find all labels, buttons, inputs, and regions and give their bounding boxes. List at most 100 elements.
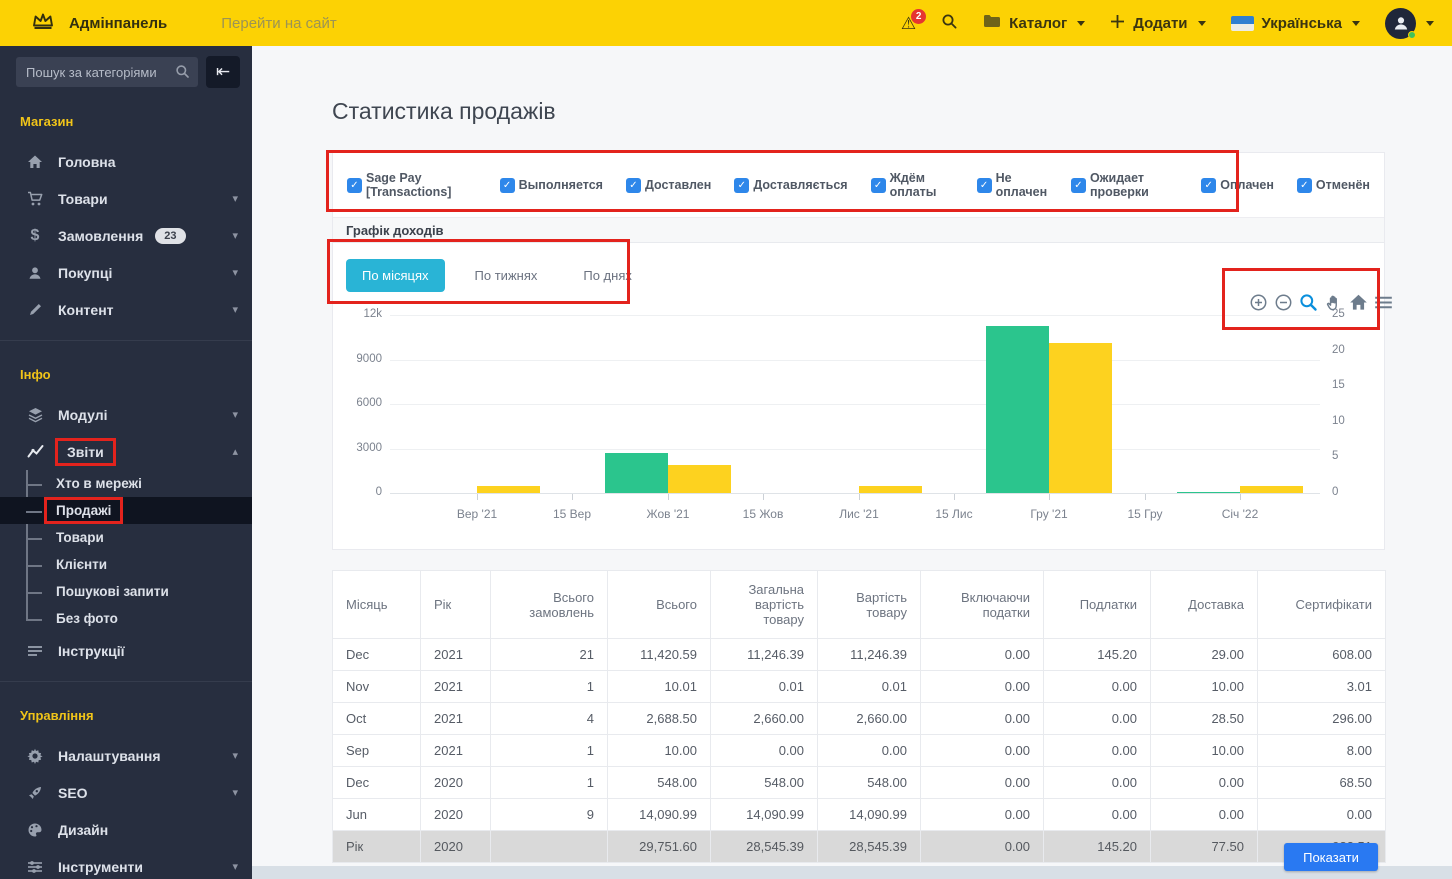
gear-icon: [26, 748, 44, 764]
column-header: Доставка: [1151, 571, 1258, 639]
sidebar-section-label: Управління: [20, 708, 252, 723]
table-cell: 0.00: [1258, 799, 1386, 831]
sidebar-item-налаштування[interactable]: Налаштування▾: [0, 737, 252, 774]
sidebar-item-звіти[interactable]: Звіти▴: [0, 433, 252, 470]
bar-revenue-Гру21[interactable]: [986, 326, 1049, 493]
status-filter-ожидает-проверки[interactable]: ✓Ожидает проверки: [1071, 171, 1178, 199]
checkbox-checked-icon[interactable]: ✓: [734, 178, 749, 193]
search-button[interactable]: [941, 13, 958, 34]
table-cell: 0.00: [1044, 671, 1151, 703]
checkbox-checked-icon[interactable]: ✓: [871, 178, 886, 193]
user-menu[interactable]: [1385, 8, 1434, 39]
checkbox-checked-icon[interactable]: ✓: [1297, 178, 1312, 193]
table-cell: 14,090.99: [818, 799, 921, 831]
status-filter-доставлен[interactable]: ✓Доставлен: [626, 178, 711, 193]
chevron-down-icon: ▾: [232, 786, 238, 799]
period-tabs: По місяцях По тижнях По днях: [333, 243, 648, 307]
bar-orders-Лис21[interactable]: [859, 486, 922, 493]
submenu-item-без-фото[interactable]: Без фото: [0, 605, 252, 632]
table-cell: 4: [491, 703, 608, 735]
table-cell: 1: [491, 735, 608, 767]
sidebar-item-label: Інструменти: [58, 859, 143, 875]
sidebar-item-seo[interactable]: SEO▾: [0, 774, 252, 811]
catalog-menu[interactable]: Каталог: [983, 14, 1085, 32]
table-cell: 548.00: [608, 767, 711, 799]
ukraine-flag-icon: [1231, 16, 1254, 31]
table-row: Jun2020914,090.9914,090.9914,090.990.000…: [333, 799, 1386, 831]
notifications-button[interactable]: ⚠ 2: [901, 15, 916, 32]
sidebar-item-товари[interactable]: Товари▾: [0, 180, 252, 217]
home-icon: [26, 154, 44, 170]
table-cell: 10.01: [608, 671, 711, 703]
checkbox-checked-icon[interactable]: ✓: [977, 178, 992, 193]
table-cell: 2,660.00: [711, 703, 818, 735]
status-filter-выполняется[interactable]: ✓Выполняется: [500, 178, 603, 193]
column-header: Рік: [421, 571, 491, 639]
table-cell: 2021: [421, 671, 491, 703]
submenu-item-label: Клієнти: [56, 557, 107, 572]
checkbox-checked-icon[interactable]: ✓: [500, 178, 515, 193]
bar-revenue-Жов21[interactable]: [605, 453, 668, 493]
sidebar-item-покупці[interactable]: Покупці▾: [0, 254, 252, 291]
table-cell: 0.00: [1151, 767, 1258, 799]
table-cell: 0.00: [921, 639, 1044, 671]
bar-orders-Жов21[interactable]: [668, 465, 731, 493]
tab-по-місяцях[interactable]: По місяцях: [346, 259, 445, 292]
sidebar-collapse-button[interactable]: ⇤: [206, 56, 240, 88]
table-cell: 2,660.00: [818, 703, 921, 735]
selection-zoom-icon[interactable]: [1298, 292, 1318, 312]
table-cell: 68.50: [1258, 767, 1386, 799]
language-menu[interactable]: Українська: [1231, 15, 1360, 32]
status-filter-отменён[interactable]: ✓Отменён: [1297, 178, 1370, 193]
status-filter-ждём-оплаты[interactable]: ✓Ждём оплаты: [871, 171, 954, 199]
chevron-down-icon: [1198, 21, 1206, 26]
table-cell: 0.00: [921, 671, 1044, 703]
menu-icon[interactable]: [1373, 292, 1393, 312]
submenu-item-клієнти[interactable]: Клієнти: [0, 551, 252, 578]
checkbox-checked-icon[interactable]: ✓: [1071, 178, 1086, 193]
table-row: Dec20201548.00548.00548.000.000.000.0068…: [333, 767, 1386, 799]
table-cell: 11,246.39: [711, 639, 818, 671]
sidebar-item-контент[interactable]: Контент▾: [0, 291, 252, 328]
zoom-out-icon[interactable]: [1273, 292, 1293, 312]
submenu-item-продажі[interactable]: Продажі: [0, 497, 252, 524]
checkbox-checked-icon[interactable]: ✓: [347, 178, 362, 193]
sidebar-item-дизайн[interactable]: Дизайн: [0, 811, 252, 848]
tab-по-тижнях[interactable]: По тижнях: [459, 259, 554, 292]
sidebar-item-інструкції[interactable]: Інструкції: [0, 632, 252, 669]
bar-orders-Вер21[interactable]: [477, 486, 540, 493]
go-to-site-link[interactable]: Перейти на сайт: [221, 15, 337, 32]
checkbox-checked-icon[interactable]: ✓: [626, 178, 641, 193]
home-reset-icon[interactable]: [1348, 292, 1368, 312]
status-filter-доставляється[interactable]: ✓Доставляється: [734, 178, 847, 193]
submenu-item-хто-в-мережі[interactable]: Хто в мережі: [0, 470, 252, 497]
bar-revenue-Січ22[interactable]: [1177, 492, 1240, 493]
sidebar-item-інструменти[interactable]: Інструменти▾: [0, 848, 252, 879]
sidebar-item-label: Замовлення: [58, 228, 143, 244]
show-button[interactable]: Показати: [1284, 843, 1378, 871]
table-cell: 0.00: [921, 831, 1044, 863]
chevron-down-icon: ▾: [232, 408, 238, 421]
bar-orders-Січ22[interactable]: [1240, 486, 1303, 493]
table-cell: 2,688.50: [608, 703, 711, 735]
add-menu[interactable]: Додати: [1110, 14, 1205, 33]
zoom-in-icon[interactable]: [1248, 292, 1268, 312]
status-filter-не-оплачен[interactable]: ✓Не оплачен: [977, 171, 1048, 199]
submenu-item-пошукові-запити[interactable]: Пошукові запити: [0, 578, 252, 605]
page-title: Статистика продажів: [332, 98, 556, 125]
tab-по-днях[interactable]: По днях: [567, 259, 648, 292]
checkbox-checked-icon[interactable]: ✓: [1201, 178, 1216, 193]
bar-orders-Гру21[interactable]: [1049, 343, 1112, 493]
sidebar-item-модулі[interactable]: Модулі▾: [0, 396, 252, 433]
status-filter-оплачен[interactable]: ✓Оплачен: [1201, 178, 1274, 193]
sidebar-item-замовлення[interactable]: $Замовлення23▾: [0, 217, 252, 254]
chevron-down-icon: [1352, 21, 1360, 26]
sidebar-item-головна[interactable]: Головна: [0, 143, 252, 180]
sidebar-search-input[interactable]: [16, 57, 198, 87]
status-filter-sage-pay-transactions-[interactable]: ✓Sage Pay [Transactions]: [347, 171, 477, 199]
sidebar-section-label: Інфо: [20, 367, 252, 382]
column-header: Місяць: [333, 571, 421, 639]
table-cell: 0.01: [818, 671, 921, 703]
pan-hand-icon[interactable]: [1323, 292, 1343, 312]
submenu-item-товари[interactable]: Товари: [0, 524, 252, 551]
